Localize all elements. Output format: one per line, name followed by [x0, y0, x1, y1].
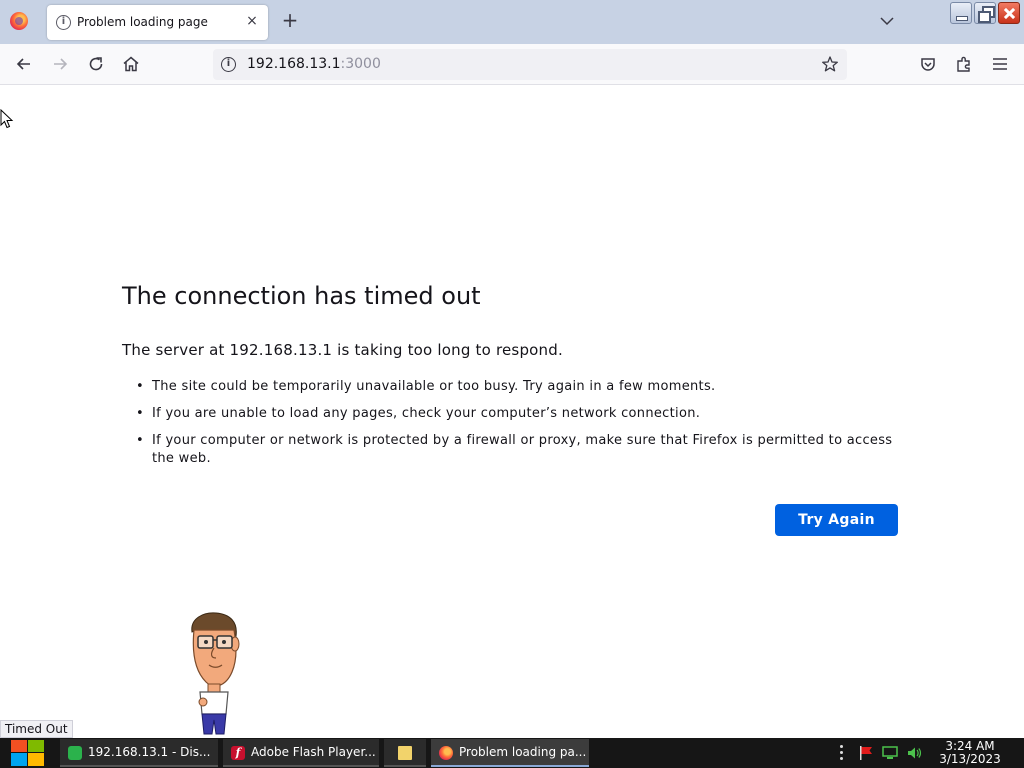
restore-button[interactable]	[974, 2, 996, 24]
new-tab-button[interactable]: +	[280, 10, 300, 30]
site-info-icon[interactable]: i	[221, 57, 236, 72]
suggestion-item: If you are unable to load any pages, che…	[136, 405, 916, 423]
network-icon[interactable]	[882, 745, 898, 761]
minimize-button[interactable]	[950, 2, 972, 24]
error-page: The connection has timed out The server …	[0, 86, 1024, 738]
tab-problem-loading[interactable]: i Problem loading page ×	[47, 5, 268, 40]
taskbar-item-folder[interactable]	[384, 739, 426, 767]
suggestion-item: If your computer or network is protected…	[136, 432, 916, 468]
status-text: Timed Out	[0, 720, 73, 738]
mouse-pointer-icon	[0, 109, 14, 129]
error-description: The server at 192.168.13.1 is taking too…	[122, 341, 563, 359]
flash-icon: f	[231, 746, 245, 760]
taskbar-item-chat[interactable]: 192.168.13.1 - Dis...	[60, 739, 218, 767]
menu-hamburger-icon[interactable]	[990, 54, 1010, 74]
tray-overflow-icon[interactable]	[840, 745, 844, 761]
url-host: 192.168.13.1	[247, 56, 341, 72]
chat-app-icon	[68, 746, 82, 760]
address-bar[interactable]: i 192.168.13.1:3000	[213, 49, 847, 80]
home-icon[interactable]	[121, 54, 141, 74]
taskbar-item-label: Problem loading pa...	[459, 745, 587, 759]
taskbar-item-firefox[interactable]: Problem loading pa...	[431, 739, 589, 767]
clock-date: 3/13/2023	[939, 752, 1001, 766]
close-window-button[interactable]	[998, 2, 1020, 24]
url-port: :3000	[340, 56, 381, 72]
tab-close-icon[interactable]: ×	[243, 12, 261, 30]
error-suggestions: The site could be temporarily unavailabl…	[136, 378, 916, 477]
firefox-icon	[439, 746, 453, 760]
flag-notification-icon[interactable]	[858, 745, 874, 761]
tab-title: Problem loading page	[77, 15, 208, 29]
volume-icon[interactable]	[906, 745, 922, 761]
taskbar: 192.168.13.1 - Dis... f Adobe Flash Play…	[0, 738, 1024, 768]
navigation-toolbar: i 192.168.13.1:3000	[0, 44, 1024, 85]
url-text[interactable]: 192.168.13.1:3000	[247, 56, 381, 72]
taskbar-item-flash[interactable]: f Adobe Flash Player...	[223, 739, 379, 767]
tab-strip: i Problem loading page × +	[0, 0, 1024, 44]
error-title: The connection has timed out	[122, 282, 481, 310]
pocket-icon[interactable]	[918, 54, 938, 74]
cartoon-character-image	[191, 612, 240, 735]
extensions-puzzle-icon[interactable]	[954, 54, 974, 74]
try-again-button[interactable]: Try Again	[775, 504, 898, 536]
info-icon: i	[56, 15, 71, 30]
start-windows-icon[interactable]	[8, 739, 46, 767]
bookmark-star-icon[interactable]	[821, 55, 839, 73]
suggestion-item: The site could be temporarily unavailabl…	[136, 378, 916, 396]
firefox-logo-icon	[10, 12, 28, 30]
back-arrow-icon[interactable]	[14, 54, 34, 74]
folder-icon	[398, 746, 412, 760]
tab-list-chevron-icon[interactable]	[878, 12, 896, 30]
taskbar-item-label: 192.168.13.1 - Dis...	[88, 745, 211, 759]
reload-icon[interactable]	[86, 54, 106, 74]
system-clock[interactable]: 3:24 AM 3/13/2023	[932, 740, 1008, 766]
forward-arrow-icon[interactable]	[50, 54, 70, 74]
taskbar-item-label: Adobe Flash Player...	[251, 745, 376, 759]
